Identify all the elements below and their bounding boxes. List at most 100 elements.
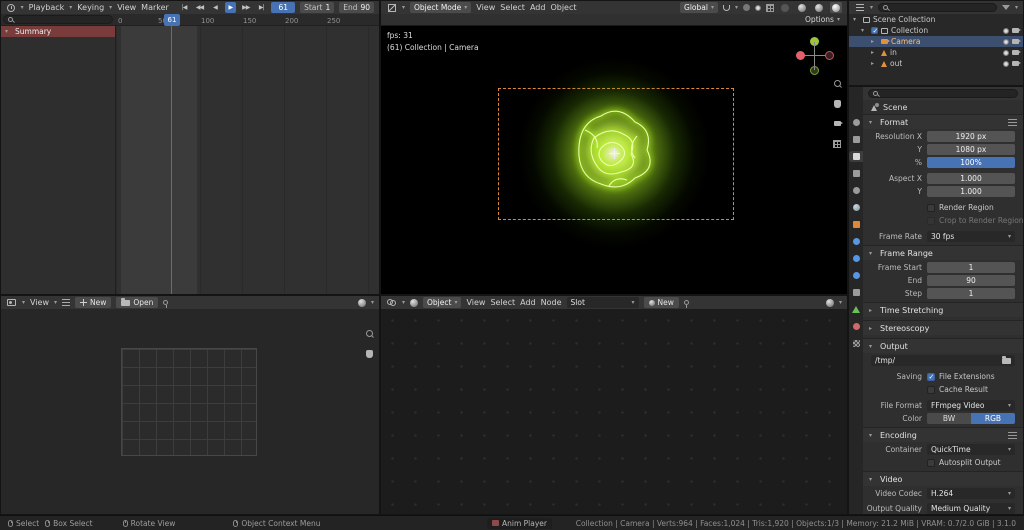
disable-in-render-icon[interactable] xyxy=(1012,39,1021,44)
disable-in-render-icon[interactable] xyxy=(1012,50,1021,55)
pin-icon[interactable] xyxy=(163,300,169,308)
tab-view-layer[interactable] xyxy=(849,168,863,179)
editor-type-button[interactable] xyxy=(6,298,17,308)
disclosure-triangle-icon[interactable] xyxy=(861,27,868,34)
editor-type-button[interactable] xyxy=(386,3,397,13)
shading-solid-icon[interactable] xyxy=(796,2,808,13)
outliner-row-out[interactable]: out xyxy=(849,58,1023,69)
timeline-ruler[interactable]: 0 50 100 150 200 250 xyxy=(116,14,379,26)
camera-view-icon[interactable] xyxy=(831,118,843,129)
overlays-menu-icon[interactable] xyxy=(62,299,71,306)
outliner-row-scene-collection[interactable]: Scene Collection xyxy=(849,14,1023,25)
gizmo-axis-y-neg-icon[interactable] xyxy=(810,66,819,75)
output-quality-dropdown[interactable]: Medium Quality xyxy=(927,503,1015,514)
resolution-percent-slider[interactable]: 100% xyxy=(927,157,1015,168)
menu-add[interactable]: Add xyxy=(520,298,536,307)
color-rgb-button[interactable]: RGB xyxy=(971,413,1015,424)
summary-channel-row[interactable]: Summary xyxy=(1,26,115,37)
outliner-row-camera[interactable]: Camera xyxy=(849,36,1023,47)
display-channels-icon[interactable] xyxy=(357,298,366,307)
viewport-canvas[interactable]: fps: 31 (61) Collection | Camera xyxy=(381,26,847,294)
editor-type-button[interactable] xyxy=(854,3,865,13)
aspect-y-field[interactable]: 1.000 xyxy=(927,186,1015,197)
tab-particles[interactable] xyxy=(849,253,863,264)
snap-magnet-icon[interactable] xyxy=(722,4,730,11)
frame-rate-dropdown[interactable]: 30 fps xyxy=(927,231,1015,242)
options-dropdown[interactable]: Options xyxy=(805,15,834,24)
panel-video-header[interactable]: Video xyxy=(863,472,1023,486)
disclosure-triangle-icon[interactable] xyxy=(853,16,860,23)
menu-keying[interactable]: Keying xyxy=(77,3,104,12)
frame-start-field[interactable]: 1 xyxy=(927,262,1015,273)
navigation-gizmo[interactable] xyxy=(796,37,834,75)
frame-end-field[interactable]: End 90 xyxy=(339,2,375,13)
open-image-button[interactable]: Open xyxy=(116,297,159,308)
pin-icon[interactable] xyxy=(683,300,689,308)
playhead-handle[interactable]: 61 xyxy=(164,14,180,26)
disclosure-triangle-icon[interactable] xyxy=(5,28,12,35)
next-keyframe-button[interactable]: ▶▶ xyxy=(241,2,251,13)
ortho-perspective-icon[interactable] xyxy=(831,138,843,149)
current-frame-field[interactable]: 61 xyxy=(271,2,296,13)
tab-render[interactable] xyxy=(849,134,863,145)
gizmo-axis-x-neg-icon[interactable] xyxy=(796,51,805,60)
tab-world[interactable] xyxy=(849,202,863,213)
menu-select[interactable]: Select xyxy=(500,3,525,12)
snapping-icon[interactable] xyxy=(825,298,834,307)
disable-in-render-icon[interactable] xyxy=(1012,28,1021,33)
filter-icon[interactable] xyxy=(1001,5,1010,10)
outliner-row-in[interactable]: in xyxy=(849,47,1023,58)
menu-view[interactable]: View xyxy=(466,298,485,307)
tab-texture[interactable] xyxy=(849,338,863,349)
uv-grid[interactable] xyxy=(121,348,257,456)
video-codec-dropdown[interactable]: H.264 xyxy=(927,488,1015,499)
gizmo-axis-y-icon[interactable] xyxy=(810,37,819,46)
resolution-x-field[interactable]: 1920 px xyxy=(927,131,1015,142)
transform-orientation-dropdown[interactable]: Global xyxy=(680,2,718,13)
menu-add[interactable]: Add xyxy=(530,3,546,12)
file-format-dropdown[interactable]: FFmpeg Video xyxy=(927,400,1015,411)
pan-tool-icon[interactable] xyxy=(831,98,843,109)
disable-in-render-icon[interactable] xyxy=(1012,61,1021,66)
container-dropdown[interactable]: QuickTime xyxy=(927,444,1015,455)
autosplit-checkbox[interactable] xyxy=(927,458,935,467)
shading-wireframe-icon[interactable] xyxy=(779,2,791,13)
tab-tool[interactable] xyxy=(849,117,863,128)
menu-node[interactable]: Node xyxy=(541,298,562,307)
color-bw-button[interactable]: BW xyxy=(927,413,971,424)
jump-to-start-button[interactable]: |◀ xyxy=(179,2,189,13)
editor-type-button[interactable] xyxy=(6,3,16,13)
hide-in-viewport-icon[interactable] xyxy=(1003,49,1009,56)
show-overlays-icon[interactable] xyxy=(755,4,761,11)
preset-menu-icon[interactable] xyxy=(1008,118,1017,126)
crop-region-checkbox[interactable] xyxy=(927,216,935,225)
aspect-x-field[interactable]: 1.000 xyxy=(927,173,1015,184)
anim-player-indicator[interactable]: Anim Player xyxy=(487,517,552,529)
panel-encoding-header[interactable]: Encoding xyxy=(863,428,1023,442)
show-gizmo-icon[interactable] xyxy=(766,3,774,12)
frame-step-field[interactable]: 1 xyxy=(927,288,1015,299)
menu-object[interactable]: Object xyxy=(550,3,576,12)
pan-tool-icon[interactable] xyxy=(363,348,375,359)
shader-context-dropdown[interactable]: Object xyxy=(423,297,462,308)
file-extensions-checkbox[interactable] xyxy=(927,372,935,381)
preset-menu-icon[interactable] xyxy=(1008,431,1017,439)
menu-select[interactable]: Select xyxy=(490,298,515,307)
menu-view[interactable]: View xyxy=(30,298,49,307)
panel-format-header[interactable]: Format xyxy=(863,115,1023,129)
menu-view[interactable]: View xyxy=(117,3,136,12)
channel-search-input[interactable] xyxy=(3,15,113,24)
disclosure-triangle-icon[interactable] xyxy=(871,49,878,56)
outliner-row-collection[interactable]: Collection xyxy=(849,25,1023,36)
hide-in-viewport-icon[interactable] xyxy=(1003,38,1009,45)
properties-search-input[interactable] xyxy=(868,89,1018,98)
tab-object[interactable] xyxy=(849,219,863,230)
hide-in-viewport-icon[interactable] xyxy=(1003,27,1009,34)
disclosure-triangle-icon[interactable] xyxy=(871,60,878,67)
folder-icon[interactable] xyxy=(1002,355,1011,364)
zoom-tool-icon[interactable] xyxy=(831,78,843,89)
timeline-track-area[interactable] xyxy=(116,26,379,294)
tab-material[interactable] xyxy=(849,321,863,332)
tab-output[interactable] xyxy=(849,151,863,162)
tab-physics[interactable] xyxy=(849,270,863,281)
